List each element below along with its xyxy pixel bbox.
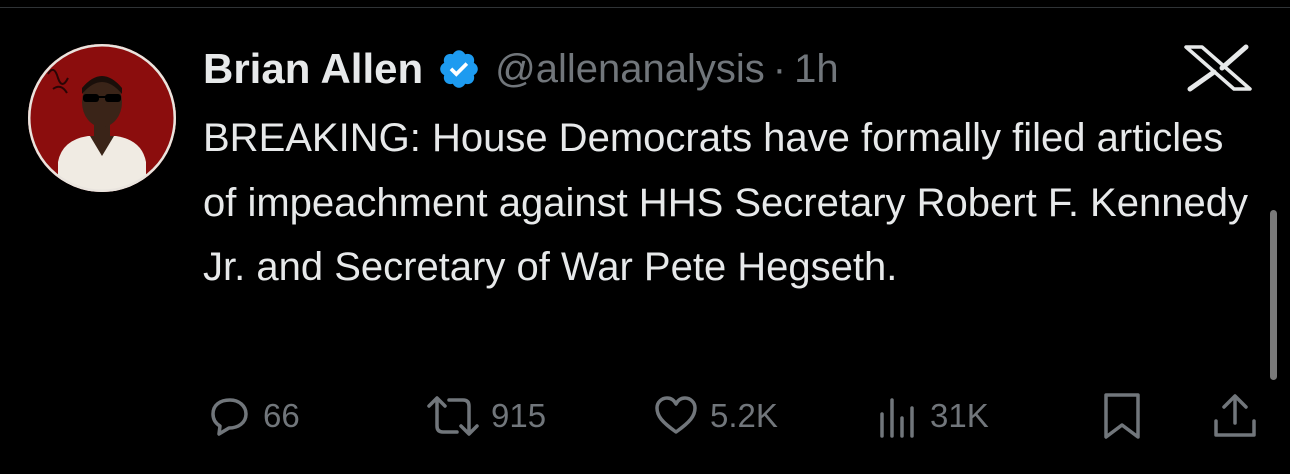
- tweet-actions: 66 915 5.2K 31K: [0, 388, 1290, 444]
- views-button[interactable]: 31K: [876, 388, 989, 444]
- repost-icon: [425, 392, 481, 440]
- reply-count: 66: [263, 397, 300, 434]
- scrollbar[interactable]: [1270, 210, 1277, 380]
- separator-dot: ·: [772, 46, 787, 91]
- tweet-text: BREAKING: House Democrats have formally …: [203, 116, 1248, 289]
- views-count: 31K: [930, 397, 989, 434]
- share-button[interactable]: [1210, 388, 1260, 444]
- reply-button[interactable]: 66: [205, 388, 300, 444]
- avatar[interactable]: [28, 44, 176, 192]
- reply-icon: [205, 392, 253, 440]
- top-divider: [0, 7, 1290, 8]
- like-icon: [652, 392, 700, 440]
- repost-count: 915: [491, 397, 547, 434]
- like-count: 5.2K: [710, 397, 778, 434]
- repost-button[interactable]: 915: [425, 388, 546, 444]
- share-icon: [1210, 391, 1260, 441]
- bookmark-button[interactable]: [1100, 388, 1144, 444]
- verified-badge-icon: [437, 47, 481, 91]
- x-logo-icon: [1180, 44, 1256, 92]
- like-button[interactable]: 5.2K: [652, 388, 778, 444]
- tweet-header: Brian Allen @allenanalysis · 1h: [203, 41, 839, 97]
- author-display-name[interactable]: Brian Allen: [203, 45, 423, 93]
- author-handle[interactable]: @allenanalysis: [495, 47, 765, 92]
- bookmark-icon: [1100, 391, 1144, 441]
- timestamp[interactable]: 1h: [794, 47, 839, 92]
- views-icon: [876, 392, 920, 440]
